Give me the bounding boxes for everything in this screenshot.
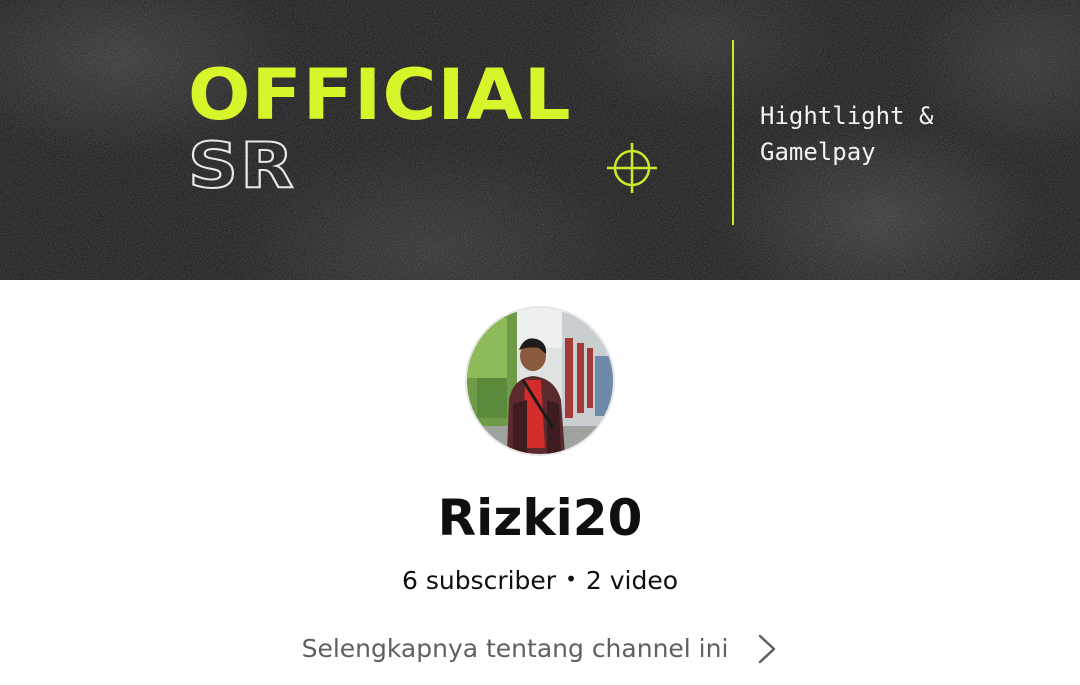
stats-separator: • — [565, 567, 577, 591]
about-channel-label: Selengkapnya tentang channel ini — [301, 634, 729, 663]
banner-divider — [732, 40, 734, 225]
banner-subtitle: SR — [187, 129, 296, 202]
crosshair-icon — [607, 143, 657, 193]
avatar[interactable] — [467, 308, 613, 454]
subscriber-count: 6 subscriber — [401, 566, 557, 595]
banner-title: OFFICIAL — [188, 54, 572, 136]
channel-stats: 6 subscriber • 2 video — [0, 562, 1080, 598]
banner-tagline: Hightlight & Gamelpay — [760, 102, 934, 166]
about-channel-link[interactable]: Selengkapnya tentang channel ini — [300, 624, 780, 674]
video-count: 2 video — [585, 566, 679, 595]
chevron-right-icon — [759, 634, 776, 664]
channel-page: OFFICIAL SR Hightlight & Gamelpay Rizki2… — [0, 0, 1080, 685]
channel-name: Rizki20 — [437, 489, 643, 547]
channel-banner: OFFICIAL SR Hightlight & Gamelpay — [0, 0, 1080, 280]
